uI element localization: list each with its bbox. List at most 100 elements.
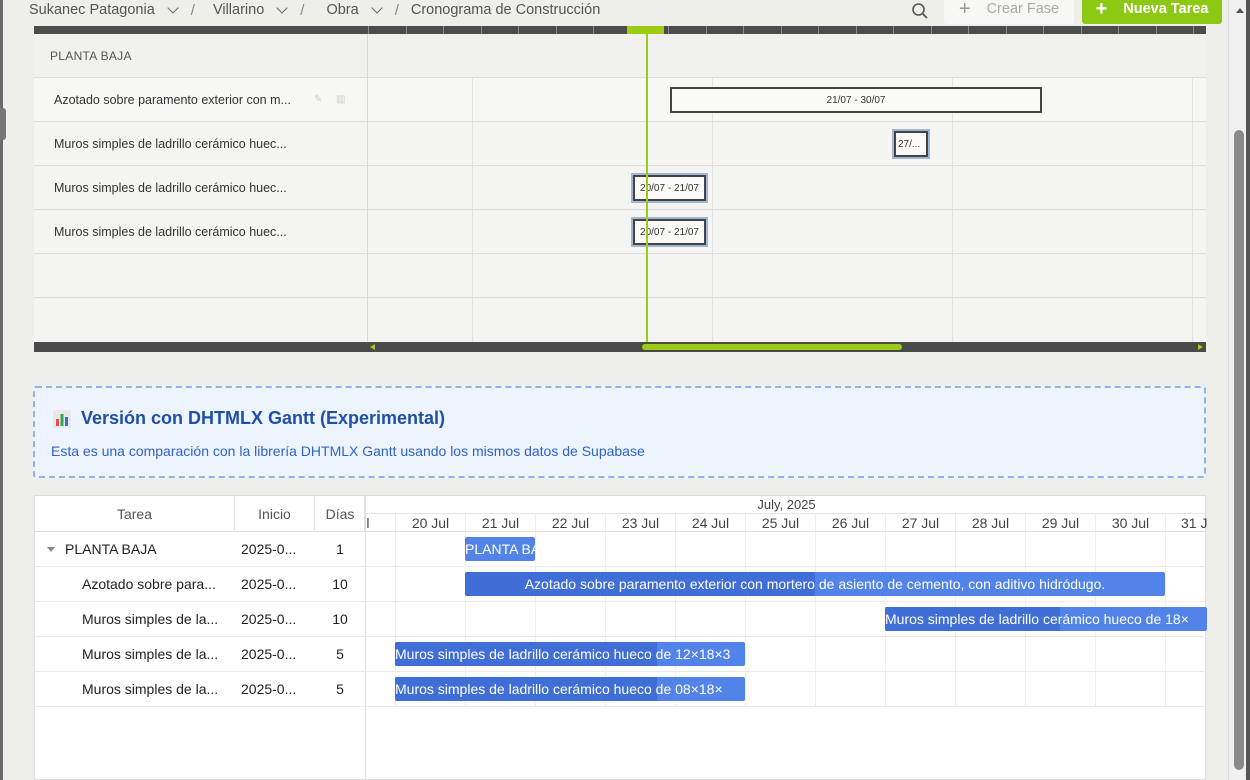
- timeline-tick: [1006, 26, 1007, 34]
- start-cell: 2025-0...: [241, 576, 297, 592]
- timeline-tick: [968, 26, 969, 34]
- timeline-tick: [1043, 26, 1044, 34]
- timeline-tick: [1118, 26, 1119, 34]
- day-label: 28 Jul: [956, 514, 1026, 531]
- days-cell: 10: [332, 611, 348, 627]
- grid-line: [952, 78, 953, 342]
- timeline-strip: [34, 26, 1206, 34]
- timeline-tick: [856, 26, 857, 34]
- column-header-inicio[interactable]: Inicio: [235, 496, 315, 532]
- timeline-tick: [668, 26, 669, 34]
- search-icon[interactable]: [911, 2, 929, 20]
- timeline-tick: [518, 26, 519, 34]
- gantt-bar[interactable]: Muros simples de ladrillo cerámico hueco…: [395, 677, 745, 701]
- horizontal-scrollbar[interactable]: [34, 342, 1206, 352]
- today-line: [646, 34, 648, 342]
- days-cell: 10: [332, 576, 348, 592]
- task-bar[interactable]: 20/07 - 21/07: [631, 173, 708, 203]
- chevron-down-icon[interactable]: [167, 2, 179, 14]
- timeline-tick: [781, 26, 782, 34]
- day-label: 21 Jul: [466, 514, 536, 531]
- task-bar[interactable]: 21/07 - 30/07: [670, 87, 1042, 113]
- breadcrumb-item-current: Cronograma de Construcción: [410, 2, 601, 18]
- breadcrumb-item-obra[interactable]: Obra: [326, 2, 358, 18]
- timeline-tick: [593, 26, 594, 34]
- start-cell: 2025-0...: [241, 611, 297, 627]
- start-cell: 2025-0...: [241, 541, 297, 557]
- task-name-cell: Muros simples de la...: [82, 681, 219, 697]
- column-header-tarea[interactable]: Tarea: [35, 496, 235, 532]
- bar-label: Muros simples de ladrillo cerámico hueco…: [885, 611, 1189, 627]
- timeline-tick: [743, 26, 744, 34]
- chevron-down-icon[interactable]: [371, 2, 383, 14]
- breadcrumb-item-location[interactable]: Villarino: [213, 2, 264, 18]
- gantt-bar[interactable]: Muros simples de ladrillo cerámico hueco…: [885, 607, 1207, 631]
- crear-fase-label: Crear Fase: [986, 1, 1060, 17]
- grid-line: [472, 78, 473, 342]
- task-name-cell: PLANTA BAJA: [47, 532, 232, 567]
- nueva-tarea-button[interactable]: + Nueva Tarea: [1082, 0, 1222, 24]
- grid-header: Tarea Inicio Días: [35, 496, 365, 532]
- task-name: PLANTA BAJA: [65, 541, 157, 557]
- gantt-bar[interactable]: Azotado sobre paramento exterior con mor…: [465, 572, 1165, 596]
- gantt-bar[interactable]: PLANTA BA: [465, 537, 535, 561]
- breadcrumb: Sukanec Patagonia / Villarino / Obra / C…: [29, 0, 600, 20]
- column-header-dias[interactable]: Días: [315, 496, 365, 532]
- gantt-bar[interactable]: Muros simples de ladrillo cerámico hueco…: [395, 642, 745, 666]
- timeline-tick: [1081, 26, 1082, 34]
- task-name-cell: Muros simples de la...: [82, 611, 219, 627]
- breadcrumb-item-company[interactable]: Sukanec Patagonia: [29, 2, 155, 18]
- bar-chart-icon: [53, 409, 71, 428]
- day-label: 30 Jul: [1096, 514, 1166, 531]
- plus-icon: +: [1095, 0, 1108, 20]
- task-list-column: [34, 34, 368, 342]
- task-bar[interactable]: 20/07 - 21/07: [631, 217, 708, 247]
- timeline-tick: [706, 26, 707, 34]
- scroll-up-arrow[interactable]: [1236, 8, 1244, 13]
- timeline-tick: [893, 26, 894, 34]
- info-description: Esta es una comparación con la librería …: [51, 443, 645, 459]
- breadcrumb-separator: /: [394, 1, 399, 19]
- scrollbar-thumb[interactable]: [642, 344, 902, 350]
- scroll-left-arrow[interactable]: [370, 344, 375, 350]
- collapse-toggle-icon[interactable]: [47, 547, 55, 552]
- table-row[interactable]: PLANTA BAJA 2025-0... 1: [35, 532, 1207, 567]
- day-label: 22 Jul: [536, 514, 606, 531]
- top-bar: Sukanec Patagonia / Villarino / Obra / C…: [0, 0, 1250, 26]
- grid-line: [1192, 78, 1193, 342]
- timeline-tick: [931, 26, 932, 34]
- day-label: Jul: [366, 514, 396, 531]
- timeline-tick: [1193, 26, 1194, 34]
- timeline-tick: [481, 26, 482, 34]
- sidebar-handle[interactable]: [0, 108, 6, 140]
- bar-label: PLANTA BA: [465, 541, 535, 557]
- timeline-tick: [556, 26, 557, 34]
- start-cell: 2025-0...: [241, 646, 297, 662]
- day-label: 20 Jul: [396, 514, 466, 531]
- timeline-tick: [1156, 26, 1157, 34]
- legacy-gantt: PLANTA BAJA Azotado sobre paramento exte…: [34, 26, 1206, 352]
- breadcrumb-separator: /: [190, 1, 195, 19]
- nueva-tarea-label: Nueva Tarea: [1123, 1, 1209, 17]
- day-label: 25 Jul: [746, 514, 816, 531]
- days-cell: 5: [336, 681, 344, 697]
- plus-icon: +: [958, 0, 971, 20]
- task-name-cell: Muros simples de la...: [82, 646, 219, 662]
- bar-label: Azotado sobre paramento exterior con mor…: [524, 576, 1106, 592]
- days-cell: 5: [336, 646, 344, 662]
- window-edge: [1246, 0, 1250, 780]
- today-marker-cap: [627, 26, 664, 34]
- month-scale: July, 2025: [366, 496, 1207, 514]
- task-bar[interactable]: 27/...: [892, 129, 930, 159]
- start-cell: 2025-0...: [241, 681, 297, 697]
- info-title: Versión con DHTMLX Gantt (Experimental): [53, 408, 445, 429]
- chevron-down-icon[interactable]: [276, 2, 288, 14]
- scroll-right-arrow[interactable]: [1198, 344, 1203, 350]
- dhtmlx-gantt: Tarea Inicio Días July, 2025 Jul 20 Jul …: [34, 495, 1207, 780]
- timeline-tick: [406, 26, 407, 34]
- day-scale: Jul 20 Jul 21 Jul 22 Jul 23 Jul 24 Jul 2…: [366, 514, 1207, 532]
- timeline-tick: [443, 26, 444, 34]
- days-cell: 1: [336, 541, 344, 557]
- crear-fase-button[interactable]: + Crear Fase: [944, 0, 1074, 24]
- scrollbar-thumb[interactable]: [1234, 130, 1244, 770]
